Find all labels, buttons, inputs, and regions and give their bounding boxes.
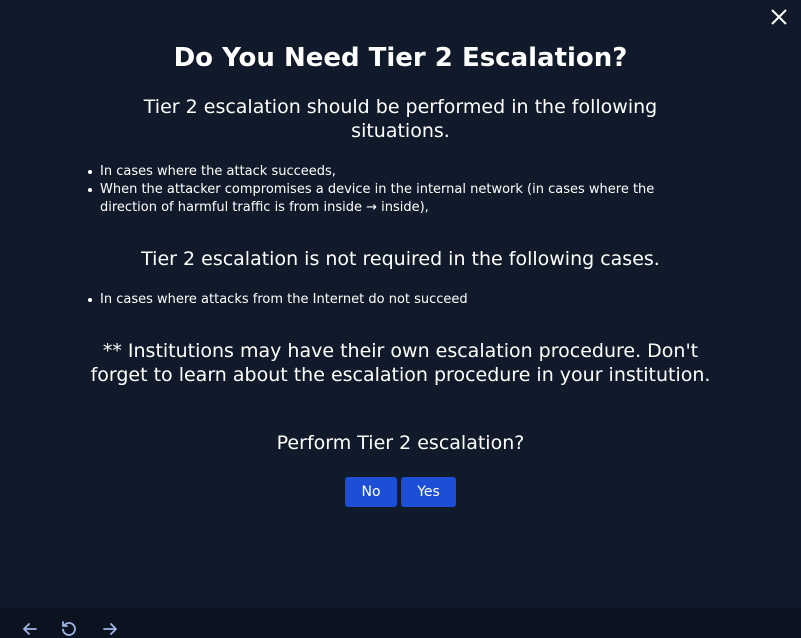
escalation-dialog: Do You Need Tier 2 Escalation? Tier 2 es… bbox=[0, 0, 801, 608]
institution-note: ** Institutions may have their own escal… bbox=[90, 340, 711, 386]
section1-heading: Tier 2 escalation should be performed in… bbox=[143, 96, 658, 142]
answer-buttons: No Yes bbox=[0, 477, 801, 507]
section2-list: In cases where attacks from the Internet… bbox=[86, 291, 706, 309]
arrow-left-icon[interactable] bbox=[21, 620, 39, 638]
section2-heading: Tier 2 escalation is not required in the… bbox=[141, 248, 660, 270]
close-icon bbox=[771, 9, 787, 25]
no-button[interactable]: No bbox=[345, 477, 397, 507]
escalation-question: Perform Tier 2 escalation? bbox=[276, 432, 525, 454]
list-item: In cases where the attack succeeds, bbox=[86, 163, 706, 181]
reload-icon[interactable] bbox=[60, 620, 78, 638]
dialog-title: Do You Need Tier 2 Escalation? bbox=[173, 43, 628, 73]
list-item: In cases where attacks from the Internet… bbox=[86, 291, 706, 309]
yes-button[interactable]: Yes bbox=[401, 477, 456, 507]
section1-list: In cases where the attack succeeds, When… bbox=[86, 163, 706, 217]
navigation-bar bbox=[0, 608, 801, 638]
close-button[interactable] bbox=[769, 7, 789, 27]
arrow-right-icon[interactable] bbox=[101, 620, 119, 638]
list-item: When the attacker compromises a device i… bbox=[86, 181, 706, 217]
